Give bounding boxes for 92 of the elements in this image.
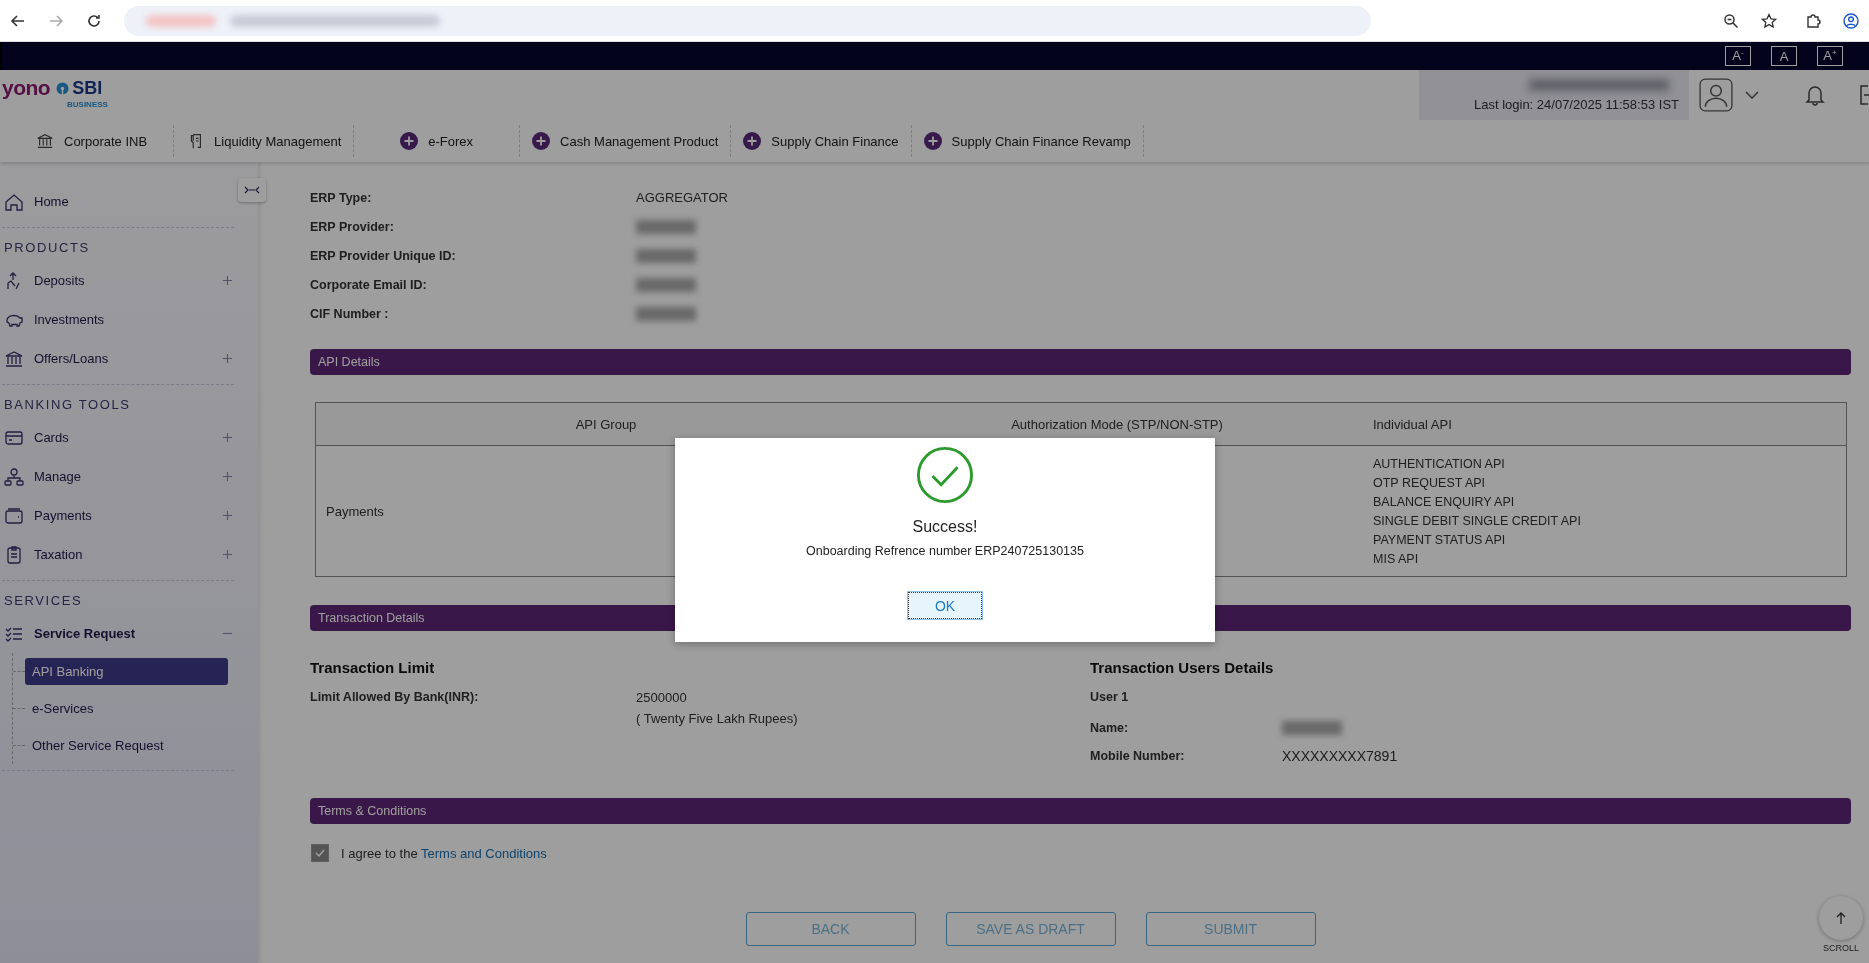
plus-icon[interactable] — [222, 432, 233, 443]
column-header: Authorization Mode (STP/NON-STP) — [1010, 416, 1224, 432]
field-value: XXXXXXXXX7891 — [1282, 748, 1398, 764]
plus-circle-icon — [532, 132, 551, 150]
plus-circle-icon — [743, 132, 762, 150]
reload-icon[interactable] — [86, 12, 102, 29]
caret-icon[interactable] — [1745, 91, 1759, 99]
table-cell-text: BALANCE ENQUIRY API — [1373, 494, 1516, 509]
section-heading: SERVICES — [3, 592, 84, 610]
up-arrow-icon — [1835, 911, 1847, 925]
checkbox[interactable] — [311, 844, 329, 862]
user-label: User 1 — [1090, 690, 1130, 704]
nav-tab[interactable]: Cash Management Product — [520, 125, 732, 157]
plus-icon[interactable] — [222, 510, 233, 521]
table-cell-text: Payments — [325, 503, 385, 519]
clipboard-icon — [4, 544, 24, 565]
nav-tab[interactable]: e-Forex — [354, 125, 521, 157]
font-size-button[interactable]: A$^{-}$ — [1725, 46, 1751, 66]
checkmark-icon — [314, 847, 326, 859]
puzzle-icon[interactable] — [1805, 12, 1821, 29]
scroll-label: SCROLL — [1823, 943, 1859, 953]
nav-tab[interactable]: Supply Chain Finance Revamp — [911, 125, 1144, 157]
profile-icon[interactable] — [1843, 12, 1859, 29]
plus-circle-icon — [400, 132, 419, 150]
hierarchy-icon — [4, 466, 24, 487]
field-label: ERP Type: — [310, 190, 373, 205]
table-cell-text: OTP REQUEST API — [1373, 475, 1487, 490]
column-header: Individual API — [1372, 416, 1453, 432]
zoom-icon[interactable] — [1723, 12, 1739, 29]
terms-link[interactable]: Terms and Conditions — [421, 845, 547, 861]
table-cell-text: SINGLE DEBIT SINGLE CREDIT API — [1373, 513, 1582, 528]
table-cell-text: PAYMENT STATUS API — [1373, 532, 1507, 547]
plus-icon[interactable] — [222, 353, 233, 364]
sidebar-item[interactable]: Deposits — [34, 273, 212, 288]
section-title: Transaction Users Details — [1090, 659, 1275, 676]
column-header: API Group — [574, 416, 638, 432]
field-value: 2500000 — [636, 690, 688, 705]
plus-icon[interactable] — [222, 275, 233, 286]
dialog-title: Success! — [912, 518, 978, 536]
collapse-button[interactable] — [238, 178, 266, 202]
avatar-icon[interactable] — [1699, 78, 1733, 112]
bell-icon[interactable] — [1805, 84, 1825, 106]
dialog-message: Onboarding Refrence number ERP240725130135 — [806, 544, 1084, 558]
bank-icon — [36, 132, 54, 150]
font-size-button[interactable]: A — [1771, 46, 1797, 66]
back-icon[interactable] — [10, 12, 26, 29]
field-value: AGGREGATOR — [636, 190, 729, 205]
sidebar-item[interactable]: Manage — [34, 469, 212, 484]
sidebar-item[interactable]: Cards — [34, 430, 212, 445]
forward-icon[interactable] — [48, 12, 64, 29]
logo: yono SBI BUSINESS — [1, 75, 109, 111]
field-label: Mobile Number: — [1090, 749, 1186, 763]
field-label: ERP Provider: — [310, 220, 395, 234]
amount-in-words: ( Twenty Five Lakh Rupees) — [636, 711, 798, 726]
field-label: Name: — [1090, 721, 1130, 735]
table-cell-text: AUTHENTICATION API — [1373, 456, 1506, 471]
ok-button[interactable]: OK — [908, 592, 982, 619]
sidebar-item[interactable]: Payments — [34, 508, 212, 523]
field-label: ERP Provider Unique ID: — [310, 249, 457, 263]
font-size-button[interactable]: A$^{+}$ — [1817, 46, 1843, 66]
plus-circle-icon — [923, 132, 942, 150]
success-check-icon — [916, 446, 974, 504]
field-label: CIF Number : — [310, 307, 390, 321]
field-label: Corporate Email ID: — [310, 278, 428, 292]
nav-tab[interactable]: Supply Chain Finance — [731, 125, 912, 157]
address-bar[interactable] — [124, 5, 1371, 36]
scroll-button[interactable] — [1819, 896, 1863, 940]
sidebar-item[interactable]: Taxation — [34, 547, 212, 562]
submenu-item[interactable]: Other Service Request — [25, 732, 228, 759]
submenu-item[interactable]: e-Services — [25, 695, 228, 722]
plus-icon[interactable] — [222, 471, 233, 482]
sidebar-item[interactable]: Investments — [34, 312, 234, 327]
agreement-text: I agree to the Terms and Conditions — [341, 845, 547, 861]
plus-icon[interactable] — [222, 549, 233, 560]
wallet-icon — [4, 505, 24, 526]
sidebar-item[interactable]: Offers/Loans — [34, 351, 212, 366]
last-login: Last login: 24/07/2025 11:58:53 IST — [1473, 96, 1679, 112]
field-label: Limit Allowed By Bank(INR): — [310, 690, 480, 706]
section-heading: BANKING TOOLS — [3, 396, 132, 414]
logout-icon[interactable] — [1859, 84, 1869, 106]
section-title: Transaction Limit — [310, 659, 436, 676]
section-header: API Details — [310, 349, 1851, 375]
nav-tab[interactable]: Corporate INB — [0, 125, 175, 157]
submenu-item[interactable]: API Banking — [25, 658, 228, 685]
star-icon[interactable] — [1761, 12, 1777, 29]
sidebar-item[interactable]: Service Request — [34, 626, 212, 641]
nav-tab[interactable]: Liquidity Management — [174, 125, 355, 157]
sidebar-item[interactable]: Home — [34, 194, 234, 209]
section-heading: PRODUCTS — [3, 239, 91, 257]
section-header: Terms & Conditions — [310, 798, 1851, 824]
collapse-arrows-icon — [244, 186, 260, 194]
table-cell-text: MIS API — [1373, 551, 1420, 566]
